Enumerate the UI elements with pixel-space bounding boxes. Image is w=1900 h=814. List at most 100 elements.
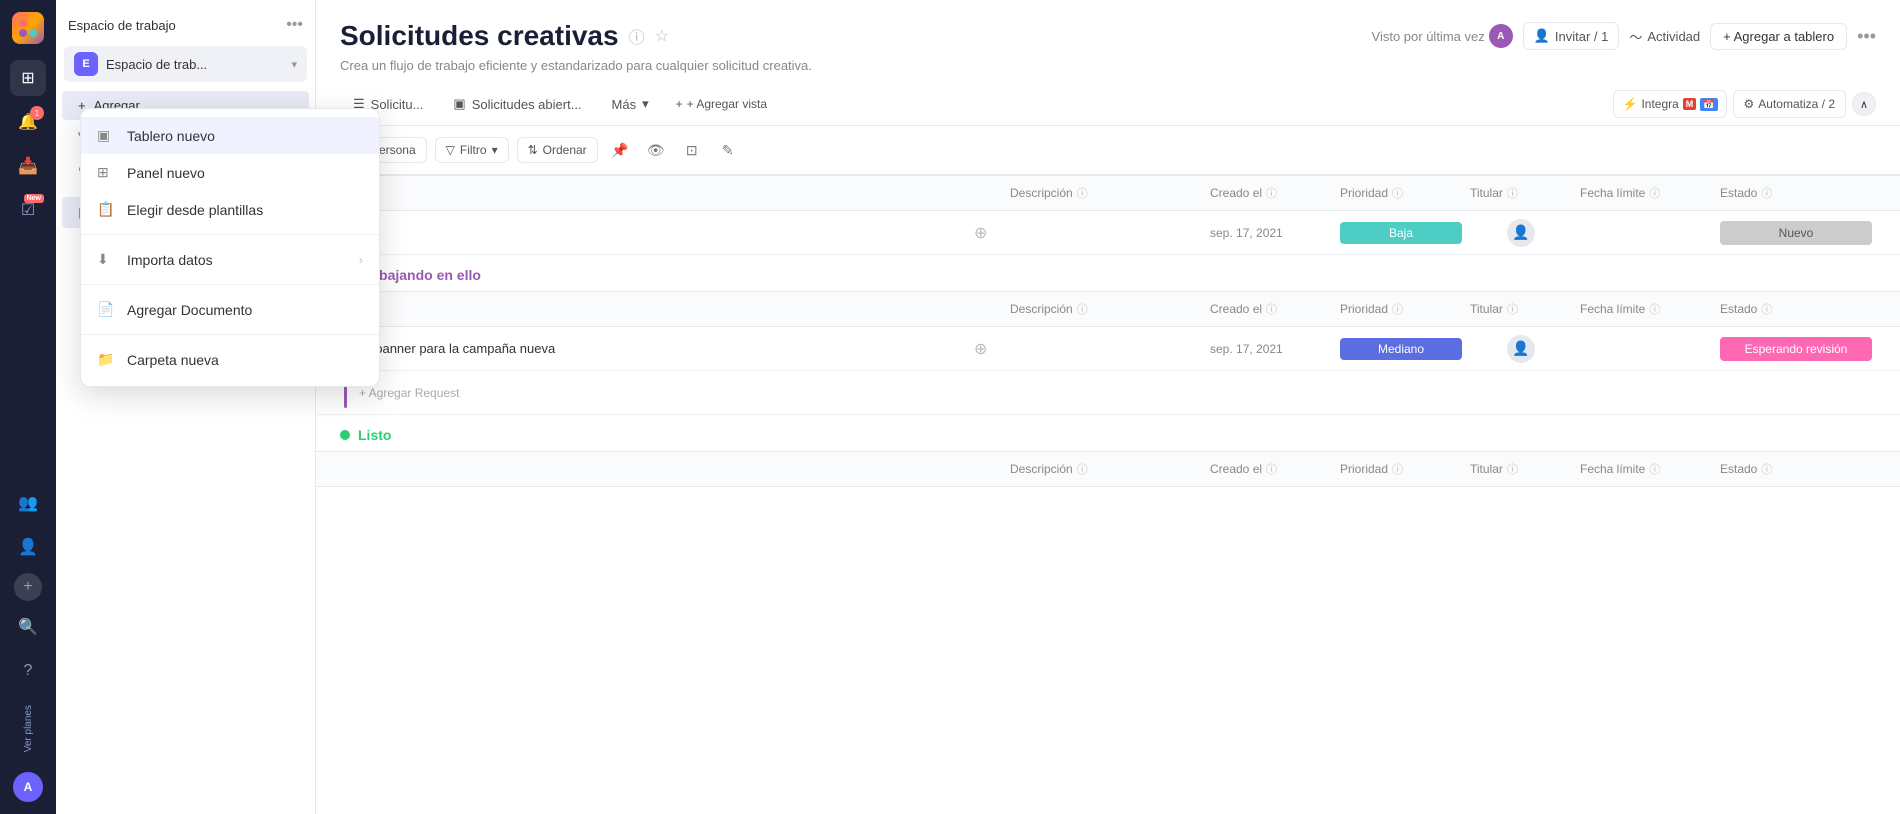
sidebar-header: Espacio de trabajo ••• xyxy=(56,12,315,46)
status-badge-esperando[interactable]: Esperando revisión xyxy=(1720,337,1872,361)
last-seen-avatar: A xyxy=(1489,24,1513,48)
add-request-cell[interactable]: + Agregar Request xyxy=(340,374,1876,412)
add-row-icon-t[interactable]: ⊕ xyxy=(974,339,987,359)
columns-button[interactable]: ⊡ xyxy=(678,136,706,164)
th-priority-info-icon[interactable]: ⓘ xyxy=(1392,185,1403,201)
group-header-listo[interactable]: Listo xyxy=(316,415,1900,451)
people-nav-icon[interactable]: 👥 xyxy=(10,485,46,521)
th-priority-info-t[interactable]: ⓘ xyxy=(1392,301,1403,317)
th-titular-info-l[interactable]: ⓘ xyxy=(1507,461,1518,477)
add-row-icon[interactable]: ⊕ xyxy=(974,223,987,243)
th-fecha-info-l[interactable]: ⓘ xyxy=(1649,461,1660,477)
sort-button[interactable]: ⇅ Ordenar xyxy=(517,137,598,163)
page-star-icon[interactable]: ☆ xyxy=(655,26,669,46)
invite-button[interactable]: 👤 Invitar / 1 xyxy=(1523,22,1620,50)
filter-chevron: ▾ xyxy=(492,143,498,157)
cell-fecha-nuevo xyxy=(1576,229,1716,237)
tab-solicitudes-label: Solicitu... xyxy=(371,97,424,112)
group-listo-header-row: Descripción ⓘ Creado el ⓘ Prioridad ⓘ Ti… xyxy=(316,451,1900,487)
tab-mas[interactable]: Más ▾ xyxy=(599,89,662,119)
content-area: Solicitudes creativas ⓘ ☆ Visto por últi… xyxy=(316,0,1900,814)
th-creado-nuevo: Creado el ⓘ xyxy=(1206,177,1336,209)
dropdown-item-carpeta-nueva[interactable]: 📁 Carpeta nueva xyxy=(81,341,379,378)
integrate-button[interactable]: ⚡ Integra M 📅 xyxy=(1613,90,1726,118)
th-desc-info-t[interactable]: ⓘ xyxy=(1077,301,1088,317)
filter-icon: ▽ xyxy=(446,143,455,157)
th-task-nuevo xyxy=(340,185,970,201)
add-view-button[interactable]: + + Agregar vista xyxy=(666,91,777,117)
priority-badge-mediano[interactable]: Mediano xyxy=(1340,338,1462,360)
th-fecha-info-icon[interactable]: ⓘ xyxy=(1649,185,1660,201)
th-estado-info-l[interactable]: ⓘ xyxy=(1761,461,1772,477)
dropdown-item-tablero-nuevo[interactable]: ▣ Tablero nuevo xyxy=(81,117,379,154)
ver-planes-label[interactable]: Ver planes xyxy=(19,697,38,760)
workspace-selector[interactable]: E Espacio de trab... ▾ xyxy=(64,46,307,82)
priority-badge-baja[interactable]: Baja xyxy=(1340,222,1462,244)
th-titular-info-t[interactable]: ⓘ xyxy=(1507,301,1518,317)
bell-nav-icon[interactable]: 🔔 1 xyxy=(10,104,46,140)
th-fecha-listo: Fecha límite ⓘ xyxy=(1576,453,1716,485)
edit-button[interactable]: ✎ xyxy=(714,136,742,164)
th-fecha-nuevo: Fecha límite ⓘ xyxy=(1576,177,1716,209)
cell-add-trabajando[interactable]: ⊕ xyxy=(970,335,1006,363)
group-header-trabajando[interactable]: Trabajando en ello xyxy=(316,255,1900,291)
sidebar-options-dots[interactable]: ••• xyxy=(286,16,303,34)
user-avatar-bottom[interactable]: A xyxy=(13,772,43,802)
filter-label: Filtro xyxy=(460,143,487,157)
collapse-toolbar-button[interactable]: ∧ xyxy=(1852,92,1876,116)
carpeta-nueva-icon: 📁 xyxy=(97,351,117,368)
th-created-info-icon[interactable]: ⓘ xyxy=(1266,185,1277,201)
grid-nav-icon[interactable]: ⊞ xyxy=(10,60,46,96)
pin-button[interactable]: 📌 xyxy=(606,136,634,164)
th-created-info-l[interactable]: ⓘ xyxy=(1266,461,1277,477)
add-nav-icon[interactable]: + xyxy=(14,573,42,601)
status-badge-nuevo[interactable]: Nuevo xyxy=(1720,221,1872,245)
search-nav-icon[interactable]: 🔍 xyxy=(10,609,46,645)
th-estado-info-t[interactable]: ⓘ xyxy=(1761,301,1772,317)
gmail-icon: M xyxy=(1683,98,1697,110)
last-seen-section: Visto por última vez A xyxy=(1372,24,1513,48)
th-desc-info-l[interactable]: ⓘ xyxy=(1077,461,1088,477)
activity-button[interactable]: 〜 Actividad xyxy=(1629,27,1700,46)
th-add-listo xyxy=(970,461,1006,477)
person-nav-icon[interactable]: 👤 xyxy=(10,529,46,565)
dropdown-divider-1 xyxy=(81,234,379,235)
cell-titular-nuevo: 👤 xyxy=(1466,215,1576,251)
task-cell-nuevo-1[interactable] xyxy=(340,214,970,252)
tasks-nav-icon[interactable]: ☑ New xyxy=(10,192,46,228)
th-titular-info-icon[interactable]: ⓘ xyxy=(1507,185,1518,201)
eye-button[interactable]: 👁 xyxy=(642,136,670,164)
group-label-listo: Listo xyxy=(358,427,391,443)
th-creado-trabajando: Creado el ⓘ xyxy=(1206,293,1336,325)
dropdown-item-panel-nuevo[interactable]: ⊞ Panel nuevo xyxy=(81,154,379,191)
th-fecha-info-t[interactable]: ⓘ xyxy=(1649,301,1660,317)
th-prioridad-trabajando: Prioridad ⓘ xyxy=(1336,293,1466,325)
task-cell-trabajando-1[interactable]: Un banner para la campaña nueva xyxy=(340,330,970,368)
inbox-nav-icon[interactable]: 📥 xyxy=(10,148,46,184)
sidebar-workspace-title: Espacio de trabajo xyxy=(68,18,176,33)
sort-icon: ⇅ xyxy=(528,143,538,157)
automate-icon: ⚙ xyxy=(1744,97,1755,111)
th-creado-listo: Creado el ⓘ xyxy=(1206,453,1336,485)
last-seen-label: Visto por última vez xyxy=(1372,29,1485,44)
tab-solicitudes-abiertas[interactable]: ▣ Solicitudes abiert... xyxy=(440,89,594,119)
question-nav-icon[interactable]: ? xyxy=(10,653,46,689)
page-more-options[interactable]: ••• xyxy=(1857,26,1876,47)
th-priority-info-l[interactable]: ⓘ xyxy=(1392,461,1403,477)
th-desc-info-icon[interactable]: ⓘ xyxy=(1077,185,1088,201)
page-info-icon[interactable]: ⓘ xyxy=(629,24,645,48)
dropdown-item-elegir-plantillas[interactable]: 📋 Elegir desde plantillas xyxy=(81,191,379,228)
add-view-label: + Agregar vista xyxy=(687,97,767,111)
add-to-table-button[interactable]: + Agregar a tablero xyxy=(1710,23,1847,50)
dropdown-item-importa-datos[interactable]: ⬇ Importa datos › xyxy=(81,241,379,278)
automate-button[interactable]: ⚙ Automatiza / 2 xyxy=(1733,90,1846,118)
th-task-listo xyxy=(340,461,970,477)
th-estado-info-icon[interactable]: ⓘ xyxy=(1761,185,1772,201)
cell-add-nuevo[interactable]: ⊕ xyxy=(970,219,1006,247)
sub-toolbar: 👤 Persona ▽ Filtro ▾ ⇅ Ordenar 📌 👁 ⊡ ✎ xyxy=(316,126,1900,175)
filter-button[interactable]: ▽ Filtro ▾ xyxy=(435,137,509,163)
th-created-info-t[interactable]: ⓘ xyxy=(1266,301,1277,317)
dropdown-item-agregar-documento[interactable]: 📄 Agregar Documento xyxy=(81,291,379,328)
th-descripcion-nuevo: Descripción ⓘ xyxy=(1006,177,1206,209)
th-task-trabajando xyxy=(340,301,970,317)
